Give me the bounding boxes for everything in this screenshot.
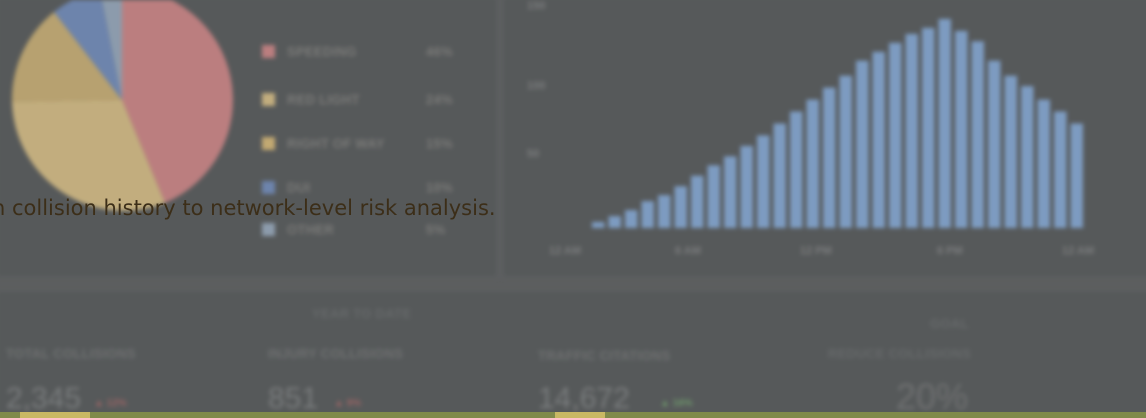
accent-bar-highlight-right bbox=[555, 412, 605, 418]
hero-caption: n collision history to network-level ris… bbox=[0, 196, 496, 220]
accent-bar bbox=[0, 412, 1146, 418]
dashboard-background: SPEEDING 46% RED LIGHT 24% RIGHT OF WAY 15% DU… bbox=[0, 0, 1146, 418]
accent-bar-highlight-left bbox=[20, 412, 90, 418]
